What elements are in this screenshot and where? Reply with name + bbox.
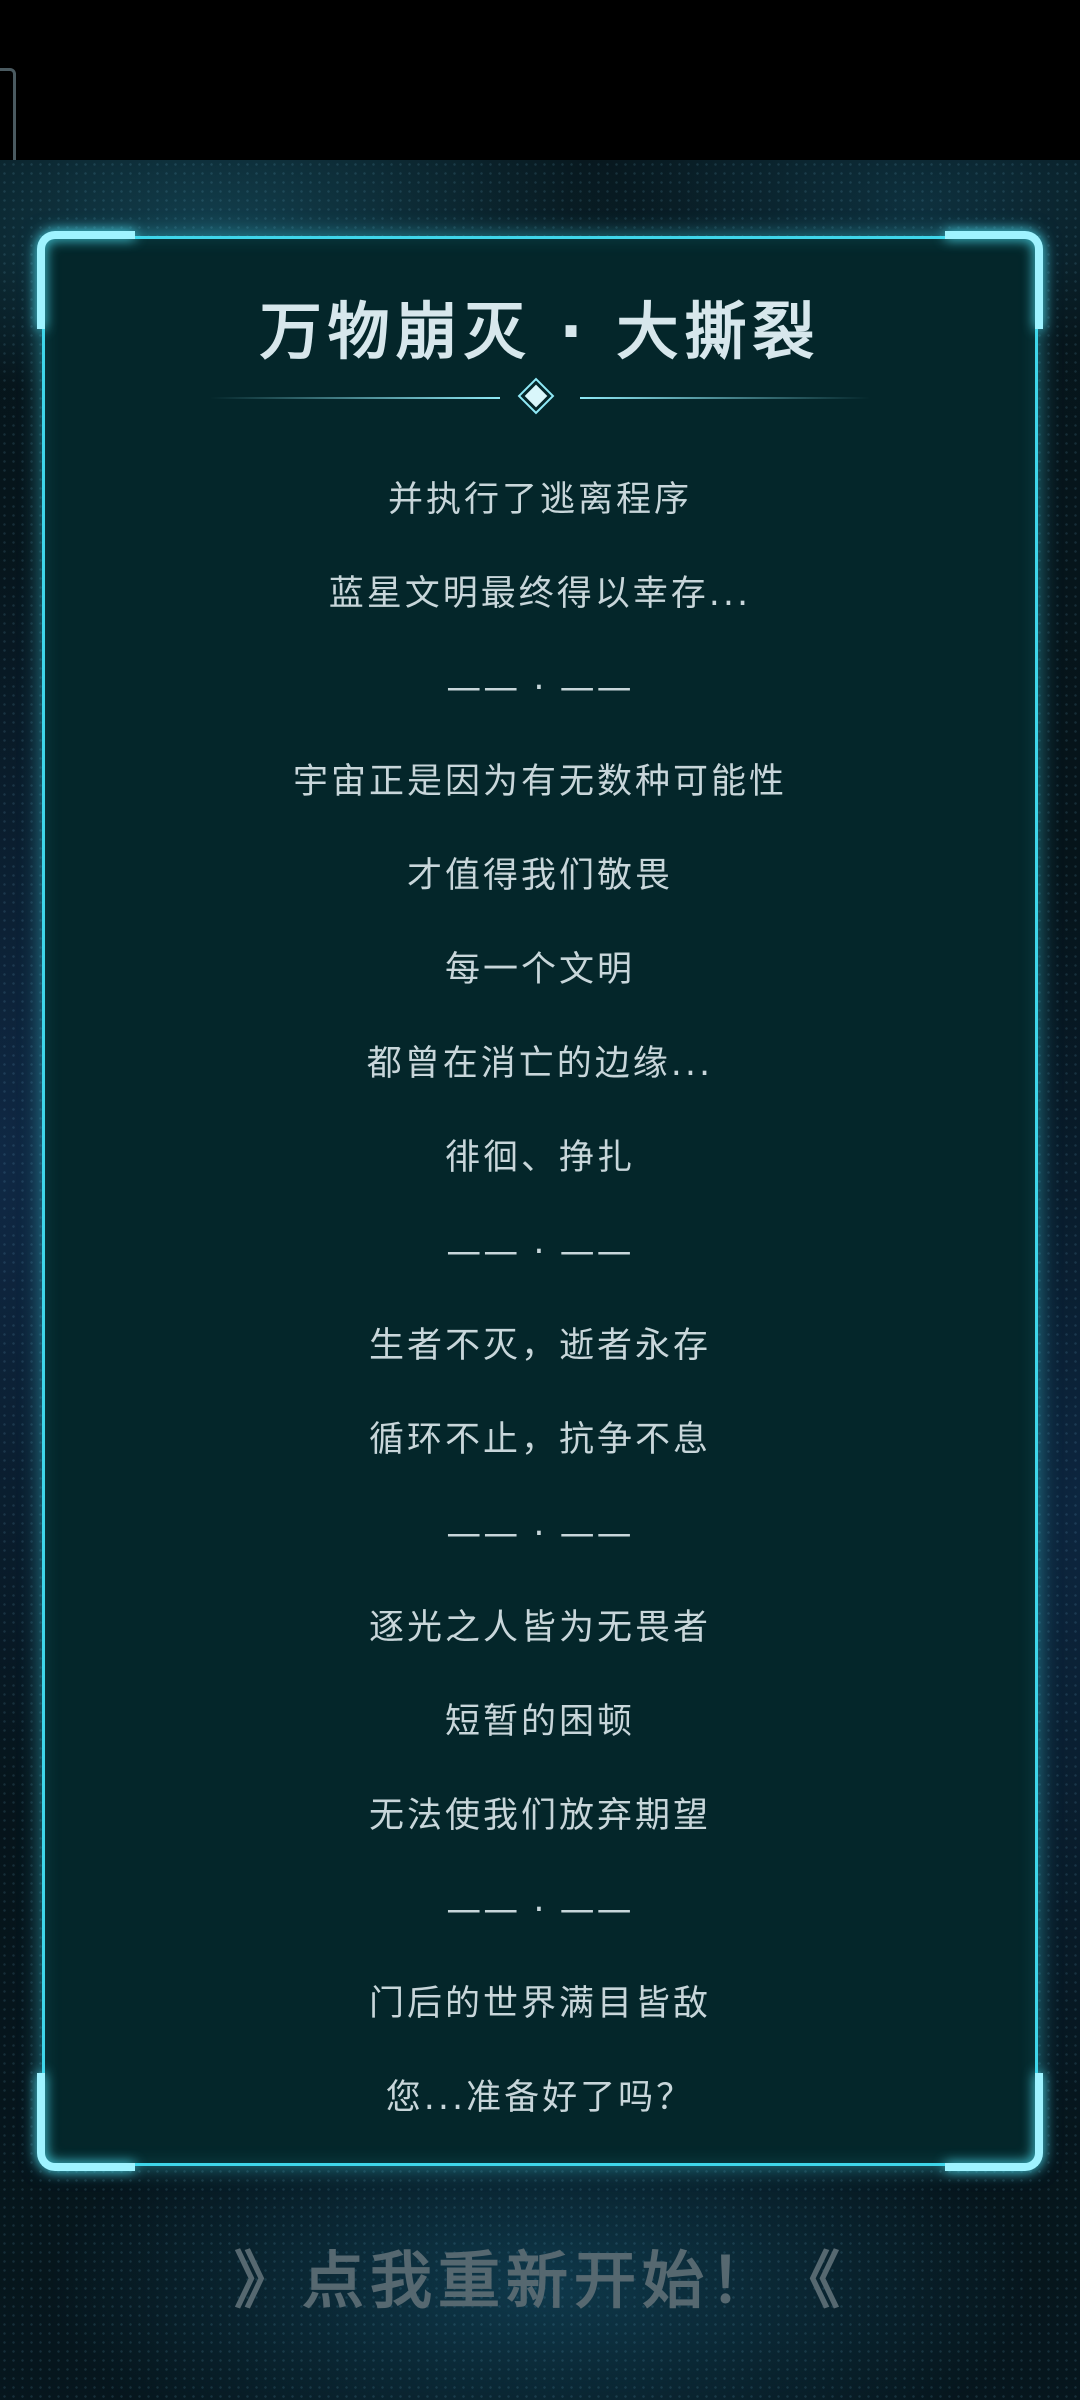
divider-line-left <box>210 397 500 399</box>
story-line: 循环不止，抗争不息 <box>368 1420 711 1460</box>
story-line: 短暂的困顿 <box>444 1702 635 1742</box>
divider-line-right <box>580 397 870 399</box>
story-text-list: 并执行了逃离程序 蓝星文明最终得以幸存... —— · —— 宇宙正是因为有无数… <box>45 453 1035 2145</box>
diamond-icon <box>524 384 548 408</box>
story-line: 并执行了逃离程序 <box>387 480 692 520</box>
section-separator: —— · —— <box>446 1890 634 1930</box>
top-black-bar <box>0 0 1080 160</box>
story-line: 徘徊、挣扎 <box>444 1138 635 1178</box>
story-line: 您...准备好了吗？ <box>385 2078 695 2118</box>
story-line: 都曾在消亡的边缘... <box>366 1044 714 1084</box>
story-line: 逐光之人皆为无畏者 <box>368 1608 711 1648</box>
title-divider <box>210 384 870 409</box>
dialog-title: 万物崩灭 · 大撕裂 <box>259 295 821 368</box>
story-dialog: 万物崩灭 · 大撕裂 并执行了逃离程序 蓝星文明最终得以幸存... —— · —… <box>37 231 1043 2171</box>
story-line: 无法使我们放弃期望 <box>368 1796 711 1836</box>
story-line: 宇宙正是因为有无数种可能性 <box>292 762 787 802</box>
section-separator: —— · —— <box>446 1232 634 1272</box>
story-line: 门后的世界满目皆敌 <box>368 1984 711 2024</box>
story-line: 每一个文明 <box>444 950 635 990</box>
section-separator: —— · —— <box>446 668 634 708</box>
story-line: 才值得我们敬畏 <box>406 856 673 896</box>
section-separator: —— · —— <box>446 1514 634 1554</box>
story-line: 蓝星文明最终得以幸存... <box>328 574 752 614</box>
restart-button[interactable]: 》点我重新开始！《 <box>0 2230 1080 2320</box>
story-line: 生者不灭，逝者永存 <box>368 1326 711 1366</box>
